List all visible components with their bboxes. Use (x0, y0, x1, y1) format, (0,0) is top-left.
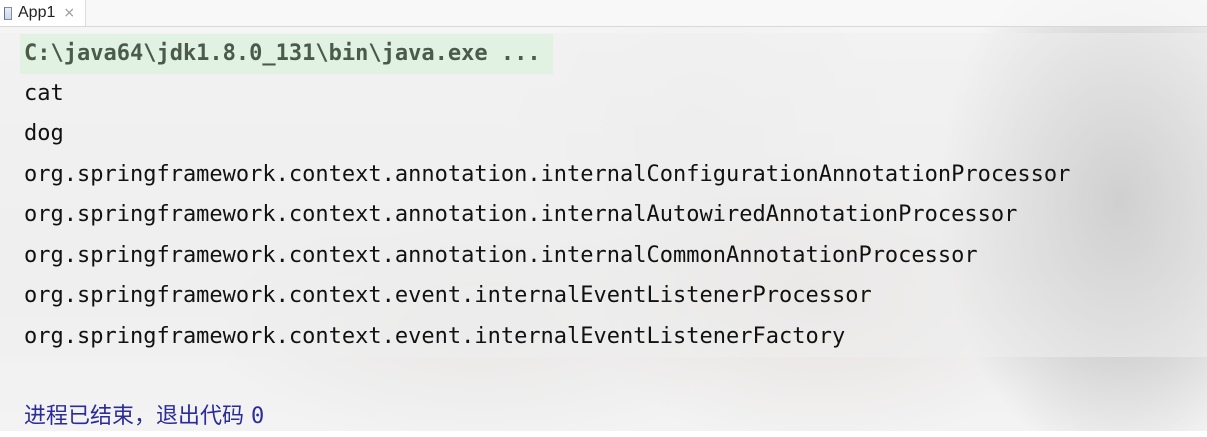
output-line: org.springframework.context.event.intern… (24, 324, 846, 349)
editor-tab-bar: App1 × (0, 0, 1207, 27)
output-line: org.springframework.context.annotation.i… (24, 243, 978, 268)
tab-app1[interactable]: App1 × (0, 0, 87, 26)
java-command-line[interactable]: C:\java64\jdk1.8.0_131\bin\java.exe ... (20, 34, 553, 74)
exit-code: 0 (251, 404, 265, 429)
java-class-file-icon (4, 6, 12, 20)
output-line: org.springframework.context.event.intern… (24, 283, 872, 308)
tab-label: App1 (18, 4, 56, 21)
output-line: dog (24, 121, 64, 146)
process-exit-message: 进程已结束，退出代码 0 (24, 397, 264, 437)
output-line: cat (24, 81, 64, 106)
output-line: org.springframework.context.annotation.i… (24, 202, 1018, 227)
output-line: org.springframework.context.annotation.i… (24, 162, 1071, 187)
exit-message-text: 进程已结束，退出代码 (24, 404, 245, 429)
close-icon[interactable]: × (63, 5, 75, 21)
run-console: C:\java64\jdk1.8.0_131\bin\java.exe ... … (0, 27, 1207, 431)
